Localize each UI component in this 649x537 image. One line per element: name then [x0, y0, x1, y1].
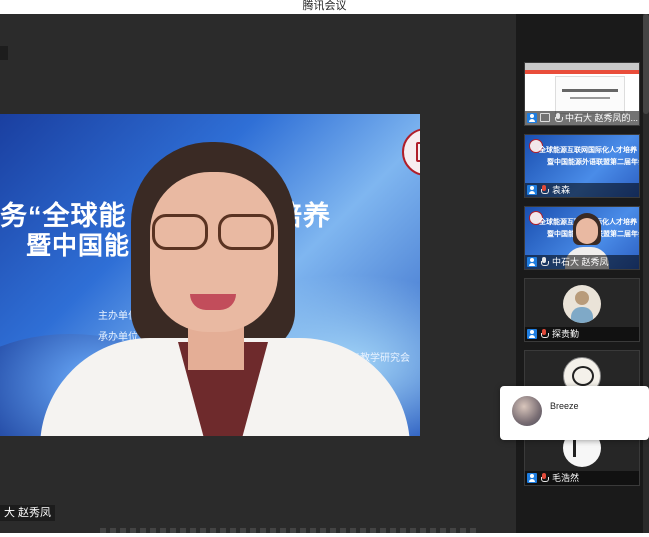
speaker-name-badge: 大 赵秀凤	[0, 505, 56, 521]
mic-icon	[540, 257, 549, 267]
sidebar-scrollbar[interactable]	[643, 14, 649, 533]
participant-name: 探贵勤	[552, 329, 580, 339]
participant-name: 中石大 赵秀凤的...	[565, 113, 639, 123]
sidebar-scroll-thumb[interactable]	[643, 14, 649, 114]
user-icon	[527, 473, 537, 483]
participant-label: 中石大 赵秀凤	[525, 255, 639, 269]
participant-label: 毛浩然	[525, 471, 639, 485]
window-title: 腾讯会议	[302, 0, 347, 12]
participant-avatar	[563, 285, 601, 323]
user-icon	[527, 329, 537, 339]
participant-tile-zhao[interactable]: 全球能源互联网国际化人才培养 暨中国能源外语联盟第二届年会 中石大 赵秀凤	[524, 206, 640, 270]
participant-name: 毛浩然	[552, 473, 580, 483]
participant-tile-tangui[interactable]: 探贵勤	[524, 278, 640, 342]
participant-label: 袁森	[525, 183, 639, 197]
speaker-figure	[40, 142, 410, 436]
title-bar: 腾讯会议	[0, 0, 649, 14]
participant-label: 中石大 赵秀凤的...	[525, 111, 639, 125]
participant-label: 探贵勤	[525, 327, 639, 341]
participant-tile-yuansen[interactable]: 全球能源互联网国际化人才培养 暨中国能源外语联盟第二届年会 袁森	[524, 134, 640, 198]
speaker-video[interactable]: 务“全球能 国际化人才培养 暨中国能 第二届年会 主办单位：中 承办单位：上海 …	[0, 114, 420, 436]
participant-hover-card[interactable]: Breeze	[500, 386, 649, 440]
user-icon	[527, 257, 537, 267]
popup-avatar	[512, 396, 542, 426]
mic-muted-icon	[540, 473, 549, 483]
main-video-area[interactable]: 务“全球能 国际化人才培养 暨中国能 第二届年会 主办单位：中 承办单位：上海 …	[0, 14, 516, 533]
participant-sidebar[interactable]: 中石大 赵秀凤的... 全球能源互联网国际化人才培养 暨中国能源外语联盟第二届年…	[516, 14, 649, 533]
participant-name: 中石大 赵秀凤	[552, 257, 609, 267]
user-icon	[527, 113, 537, 123]
popup-participant-name: Breeze	[550, 401, 579, 411]
mic-muted-icon	[540, 185, 549, 195]
mic-muted-icon	[540, 329, 549, 339]
user-icon	[527, 185, 537, 195]
mic-icon	[554, 113, 563, 123]
caption-strip	[100, 528, 480, 533]
screen-share-icon	[540, 113, 550, 122]
participant-tile-screen-share[interactable]: 中石大 赵秀凤的...	[524, 62, 640, 126]
corner-indicator[interactable]	[0, 46, 8, 60]
participant-name: 袁森	[552, 185, 571, 195]
